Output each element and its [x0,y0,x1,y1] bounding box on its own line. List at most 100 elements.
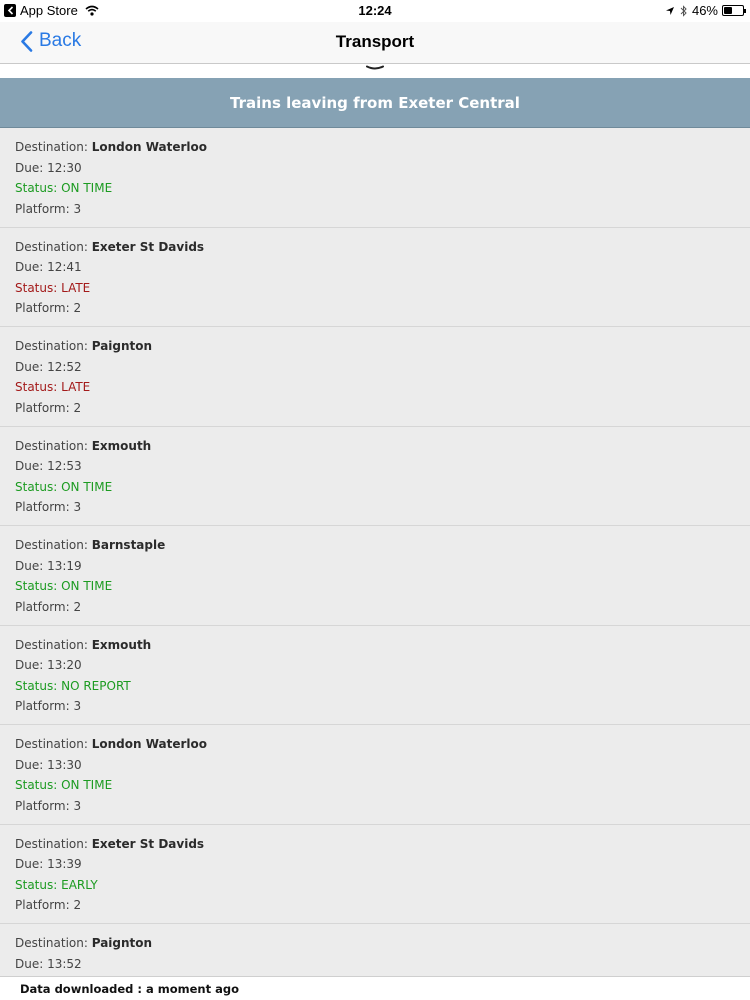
destination-line: Destination: Exeter St Davids [15,239,735,260]
download-status: Data downloaded : a moment ago [0,976,750,1000]
platform-line: Platform: 2 [15,300,735,321]
platform-value: 3 [73,201,82,216]
train-row: Destination: London Waterloo Due: 12:30 St… [0,128,750,228]
destination-label: Destination: [15,936,92,950]
status-line: Status: ON TIME [15,479,735,500]
platform-label: Platform: [15,201,74,216]
due-value: 12:52 [47,359,82,374]
destination-value: Exmouth [91,438,152,453]
battery-icon [722,5,746,16]
platform-label: Platform: [15,400,74,415]
destination-label: Destination: [15,339,92,353]
destination-value: Barnstaple [91,538,166,552]
due-label: Due: [15,260,48,274]
return-app-label: App Store [20,3,78,18]
status-line: Status: ON TIME [15,777,735,798]
due-label: Due: [15,658,48,672]
platform-value: 2 [73,599,82,614]
status-line: Status: LATE [15,379,735,400]
train-row: Destination: Exeter St Davids Due: 12:41 S… [0,228,750,327]
train-row: Destination: Paignton Due: 12:52 Status: L… [0,327,750,427]
wifi-icon [85,5,99,16]
destination-line: Destination: Barnstaple [15,537,735,558]
due-label: Due: [15,160,48,175]
destination-line: Destination: Paignton [15,935,735,956]
destination-label: Destination: [15,538,92,552]
due-value: 13:30 [47,757,82,772]
platform-value: 2 [73,400,82,415]
due-value: 12:41 [47,260,82,274]
platform-label: Platform: [15,599,74,614]
due-line: Due: 13:30 [15,757,735,778]
due-value: 12:53 [47,459,82,473]
status-label: Status: [15,579,62,593]
train-list-panel[interactable]: Trains leaving from Exeter Central Desti… [0,78,750,976]
due-label: Due: [15,558,48,573]
platform-line: Platform: 3 [15,698,735,719]
bluetooth-icon [680,4,687,17]
status-label: Status: [15,479,62,494]
due-line: Due: 13:52 [15,956,735,977]
status-label: Status: [15,280,62,295]
status-line: Status: ON TIME [15,578,735,599]
status-value: ON TIME [61,479,113,494]
train-row: Destination: London Waterloo Due: 13:30 St… [0,725,750,825]
status-label: Status: [15,678,62,693]
destination-value: Exeter St Davids [91,239,205,254]
due-value: 13:20 [47,658,82,672]
platform-label: Platform: [15,500,74,514]
due-line: Due: 12:30 [15,160,735,181]
pull-down-handle-icon[interactable] [366,56,384,75]
status-value: EARLY [61,877,98,892]
due-label: Due: [15,359,48,374]
due-line: Due: 12:52 [15,359,735,380]
due-label: Due: [15,956,48,971]
status-label: Status: [15,181,62,195]
due-label: Due: [15,757,48,772]
status-bar: App Store 12:24 46% [0,0,750,22]
platform-value: 3 [73,500,82,514]
train-row: Destination: Exmouth Due: 12:53 Status: ON… [0,427,750,526]
platform-line: Platform: 2 [15,400,735,421]
due-label: Due: [15,459,48,473]
destination-line: Destination: Exmouth [15,438,735,459]
location-icon [665,6,675,16]
status-value: LATE [61,280,91,295]
train-row: Destination: Exmouth Due: 13:20 Status: NO… [0,626,750,725]
page-title: Transport [335,32,415,51]
status-value: ON TIME [61,181,113,195]
platform-value: 2 [73,898,82,912]
status-line: Status: ON TIME [15,180,735,201]
platform-value: 3 [73,699,82,713]
due-value: 13:39 [47,857,82,871]
platform-label: Platform: [15,898,74,912]
destination-label: Destination: [15,239,92,254]
destination-value: Exmouth [91,637,152,652]
platform-label: Platform: [15,301,74,315]
status-value: ON TIME [61,579,113,593]
status-label: Status: [15,778,62,792]
return-to-app-store[interactable]: App Store [4,3,99,18]
destination-line: Destination: London Waterloo [15,736,735,757]
due-label: Due: [15,857,48,871]
destination-line: Destination: Exeter St Davids [15,836,735,857]
battery-percent: 46% [691,3,718,18]
platform-label: Platform: [15,699,74,713]
destination-value: London Waterloo [91,140,208,154]
platform-line: Platform: 2 [15,599,735,620]
due-value: 12:30 [47,160,82,175]
platform-value: 2 [73,301,82,315]
status-value: NO REPORT [61,678,131,693]
status-label: Status: [15,877,62,892]
due-line: Due: 13:39 [15,856,735,877]
status-line: Status: EARLY [15,877,735,898]
destination-value: Paignton [91,936,153,950]
due-line: Due: 12:53 [15,458,735,479]
status-value: LATE [61,380,91,394]
platform-value: 3 [73,798,82,813]
status-label: Status: [15,380,62,394]
destination-label: Destination: [15,438,92,453]
due-value: 13:19 [47,558,82,573]
destination-line: Destination: Exmouth [15,637,735,658]
train-row: Destination: Barnstaple Due: 13:19 Status:… [0,526,750,626]
